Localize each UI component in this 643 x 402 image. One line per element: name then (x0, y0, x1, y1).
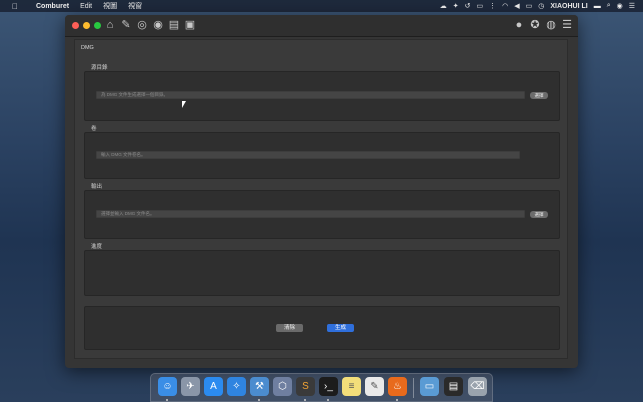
dock-running-indicator (327, 399, 329, 401)
firefox-icon[interactable]: ♨ (388, 377, 407, 396)
screenshot-icon[interactable]: ▤ (444, 377, 463, 396)
cube-icon[interactable]: ⬡ (273, 377, 292, 396)
volume-box: 輸入 DMG 文件卷名。 (84, 132, 560, 179)
document-icon[interactable]: ▤ (167, 18, 181, 33)
clock-icon[interactable]: ◷ (538, 2, 544, 10)
folder-icon[interactable]: ▭ (420, 377, 439, 396)
title-bar: ⌂ ✎ ◎ ◉ ▤ ▣ ● ✪ ◍ ☰ (65, 15, 578, 37)
input-source-flag-icon[interactable]: ▬ (594, 3, 601, 10)
siri-icon[interactable]: ◉ (617, 2, 623, 10)
trash-icon[interactable]: ⌫ (468, 377, 487, 396)
maximize-button[interactable] (94, 22, 101, 29)
pages-icon[interactable]: ✎ (365, 377, 384, 396)
dock-running-indicator (258, 399, 260, 401)
volume-label: 卷 (91, 126, 97, 132)
menu-user-name[interactable]: XIAOHUI LI (550, 3, 587, 10)
source-directory-field[interactable]: 為 DMG 文件生成選擇一個目錄。 (96, 91, 525, 99)
menu-window[interactable]: 視窗 (128, 1, 142, 11)
xcode-icon[interactable]: ⚒ (250, 377, 269, 396)
progress-label: 進度 (91, 244, 103, 250)
actions-box: 清除 生成 (84, 306, 560, 350)
generate-button[interactable]: 生成 (327, 324, 354, 332)
notes-icon[interactable]: ≡ (342, 377, 361, 396)
battery-icon[interactable]: ▭ (526, 2, 533, 10)
pin-icon[interactable]: ✦ (453, 2, 459, 10)
app-store-icon[interactable]: A (204, 377, 223, 396)
source-pick-button[interactable]: 選擇 (530, 92, 548, 99)
output-file-field[interactable]: 選擇並輸入 DMG 文件名。 (96, 210, 525, 218)
close-button[interactable] (72, 22, 79, 29)
menu-app-name[interactable]: Comburet (36, 3, 69, 10)
user-icon[interactable]: ● (512, 18, 526, 33)
wifi-icon[interactable]: ◠ (502, 2, 508, 10)
panel-title: DMG (81, 45, 94, 51)
storage-icon[interactable]: ☰ (560, 18, 574, 33)
dock-separator (413, 378, 414, 398)
sublime-icon[interactable]: S (296, 377, 315, 396)
minimize-button[interactable] (83, 22, 90, 29)
globe-icon[interactable]: ◍ (544, 18, 558, 33)
search-icon[interactable]: ⌕ (607, 2, 611, 10)
network-icon[interactable]: ⋮ (489, 2, 496, 10)
progress-box (84, 250, 560, 296)
home-icon[interactable]: ⌂ (103, 18, 117, 33)
terminal-icon[interactable]: ›_ (319, 377, 338, 396)
dock-running-indicator (304, 399, 306, 401)
output-box: 選擇並輸入 DMG 文件名。 選擇 (84, 190, 560, 239)
dock-running-indicator (396, 399, 398, 401)
output-pick-button[interactable]: 選擇 (530, 211, 548, 218)
source-box: 為 DMG 文件生成選擇一個目錄。 選擇 (84, 71, 560, 121)
main-window: ⌂ ✎ ◎ ◉ ▤ ▣ ● ✪ ◍ ☰ DMG 源目錄 為 DMG 文件生成選擇… (65, 15, 578, 368)
dock: ☺ ✈ A ✧ ⚒ ⬡ S ›_ ≡ ✎ ♨ ▭ ▤ ⌫ (150, 373, 493, 402)
menu-bar:  Comburet Edit 視圖 視窗 ☁ ✦ ↺ ▭ ⋮ ◠ ◀ ▭ ◷ … (0, 0, 643, 12)
mouse-cursor (182, 101, 186, 108)
clear-button[interactable]: 清除 (276, 324, 303, 332)
menu-edit[interactable]: Edit (80, 3, 92, 10)
notes-icon[interactable]: ✎ (119, 18, 133, 33)
apple-menu-icon[interactable]:  (10, 2, 20, 11)
dock-running-indicator (166, 399, 168, 401)
time-machine-icon[interactable]: ↺ (465, 2, 471, 10)
volume-name-field[interactable]: 輸入 DMG 文件卷名。 (96, 151, 520, 159)
clipboard-icon[interactable]: ▣ (183, 18, 197, 33)
safari-icon[interactable]: ✪ (528, 18, 542, 33)
finder-icon[interactable]: ☺ (158, 377, 177, 396)
output-label: 輸出 (91, 184, 103, 190)
dmg-panel: DMG 源目錄 為 DMG 文件生成選擇一個目錄。 選擇 卷 輸入 DMG 文件… (74, 39, 568, 359)
source-label: 源目錄 (91, 65, 108, 71)
disc-icon[interactable]: ◉ (151, 18, 165, 33)
notification-center-icon[interactable]: ☰ (629, 2, 635, 10)
volume-icon[interactable]: ◀ (514, 2, 519, 10)
airplay-icon[interactable]: ▭ (476, 2, 483, 10)
creative-cloud-icon[interactable]: ☁ (440, 2, 447, 10)
disk-icon[interactable]: ◎ (135, 18, 149, 33)
safari-icon[interactable]: ✧ (227, 377, 246, 396)
launchpad-icon[interactable]: ✈ (181, 377, 200, 396)
menu-view[interactable]: 視圖 (103, 1, 117, 11)
